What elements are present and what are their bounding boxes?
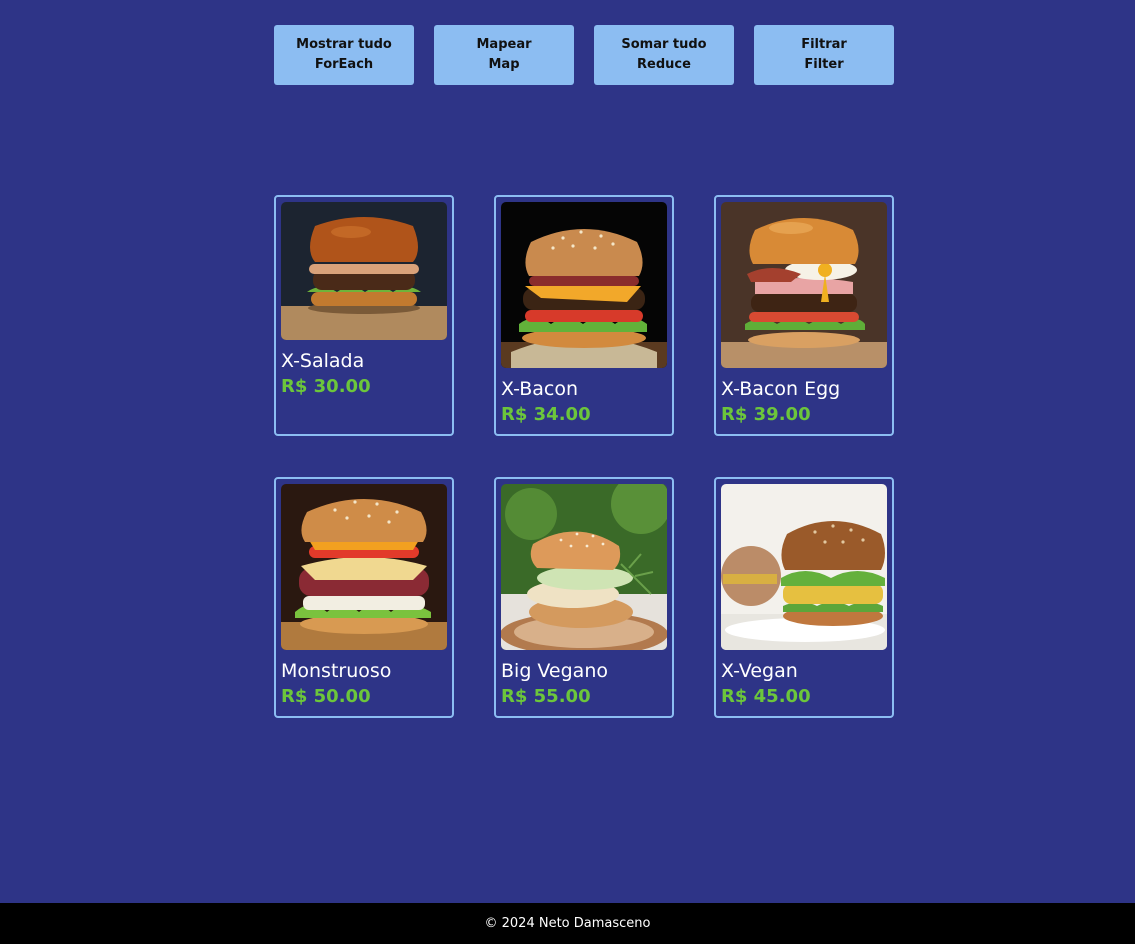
map-button[interactable]: Mapear Map: [434, 25, 574, 85]
product-price: R$ 50.00: [281, 686, 371, 707]
product-name: X-Bacon: [501, 378, 579, 400]
product-name: X-Bacon Egg: [721, 378, 841, 400]
filter-button[interactable]: Filtrar Filter: [754, 25, 894, 85]
product-name: Big Vegano: [501, 660, 608, 682]
map-button-label: Mapear: [476, 37, 532, 52]
map-button-sublabel: Map: [488, 57, 520, 72]
product-price: R$ 55.00: [501, 686, 591, 707]
reduce-button[interactable]: Somar tudo Reduce: [594, 25, 734, 85]
product-card: X-Bacon R$ 34.00: [494, 195, 674, 436]
foreach-button-label: Mostrar tudo: [296, 37, 392, 52]
burger-image: [501, 484, 667, 650]
product-card: X-Bacon Egg R$ 39.00: [714, 195, 894, 436]
product-grid: X-Salada R$ 30.00 X-Bacon R$ 34.00 X-Bac…: [274, 195, 894, 718]
product-price: R$ 34.00: [501, 404, 591, 425]
burger-image: [501, 202, 667, 368]
product-card: Monstruoso R$ 50.00: [274, 477, 454, 718]
burger-image: [721, 202, 887, 368]
product-price: R$ 45.00: [721, 686, 811, 707]
copyright-text: © 2024 Neto Damasceno: [484, 916, 651, 931]
burger-image: [281, 484, 447, 650]
foreach-button[interactable]: Mostrar tudo ForEach: [274, 25, 414, 85]
burger-image: [721, 484, 887, 650]
filter-button-sublabel: Filter: [804, 57, 844, 72]
product-price: R$ 30.00: [281, 376, 371, 397]
product-card: X-Salada R$ 30.00: [274, 195, 454, 436]
toolbar: Mostrar tudo ForEach Mapear Map Somar tu…: [274, 25, 894, 85]
reduce-button-label: Somar tudo: [621, 37, 707, 52]
product-card: X-Vegan R$ 45.00: [714, 477, 894, 718]
product-name: X-Salada: [281, 350, 365, 372]
burger-image: [281, 202, 447, 340]
product-name: Monstruoso: [281, 660, 392, 682]
product-card: Big Vegano R$ 55.00: [494, 477, 674, 718]
product-price: R$ 39.00: [721, 404, 811, 425]
product-name: X-Vegan: [721, 660, 798, 682]
foreach-button-sublabel: ForEach: [314, 57, 374, 72]
filter-button-label: Filtrar: [801, 37, 847, 52]
reduce-button-sublabel: Reduce: [637, 57, 691, 72]
page: Mostrar tudo ForEach Mapear Map Somar tu…: [0, 0, 1135, 944]
footer: © 2024 Neto Damasceno: [0, 903, 1135, 944]
